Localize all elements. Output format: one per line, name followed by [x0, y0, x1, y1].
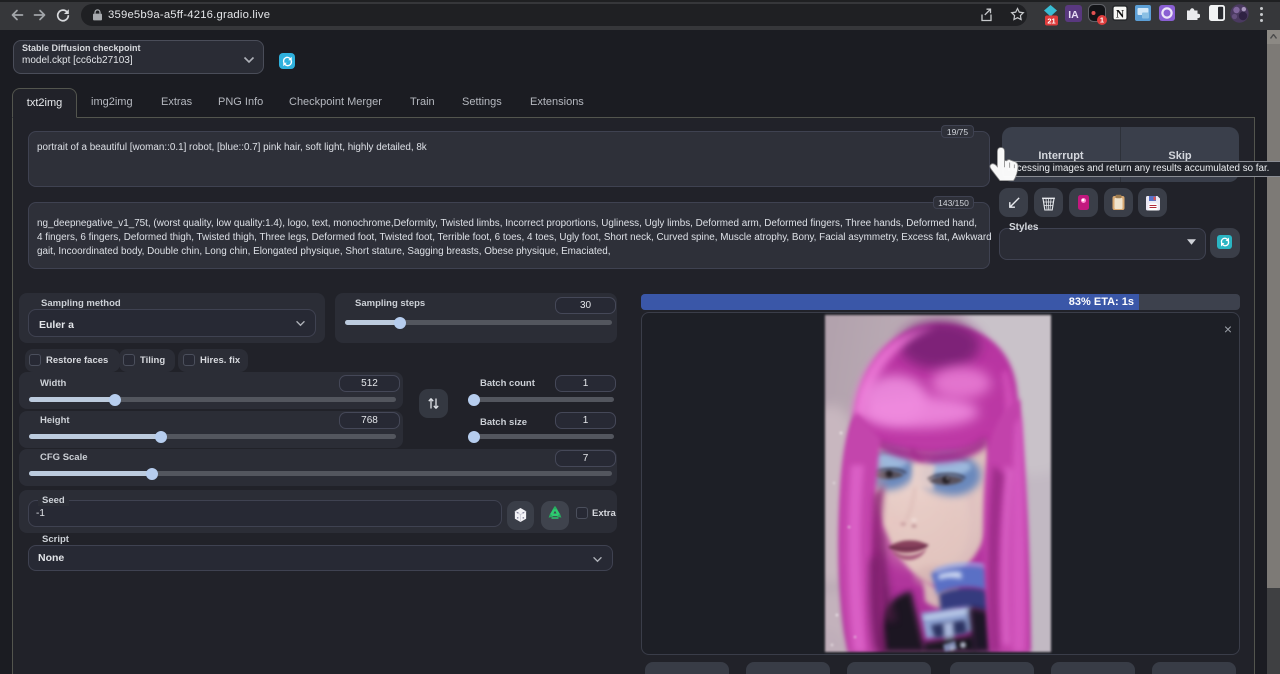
svg-text:21: 21: [1047, 17, 1055, 26]
svg-text:1: 1: [1100, 16, 1104, 25]
svg-text:IA: IA: [1068, 9, 1079, 21]
svg-text:N: N: [1116, 9, 1125, 21]
